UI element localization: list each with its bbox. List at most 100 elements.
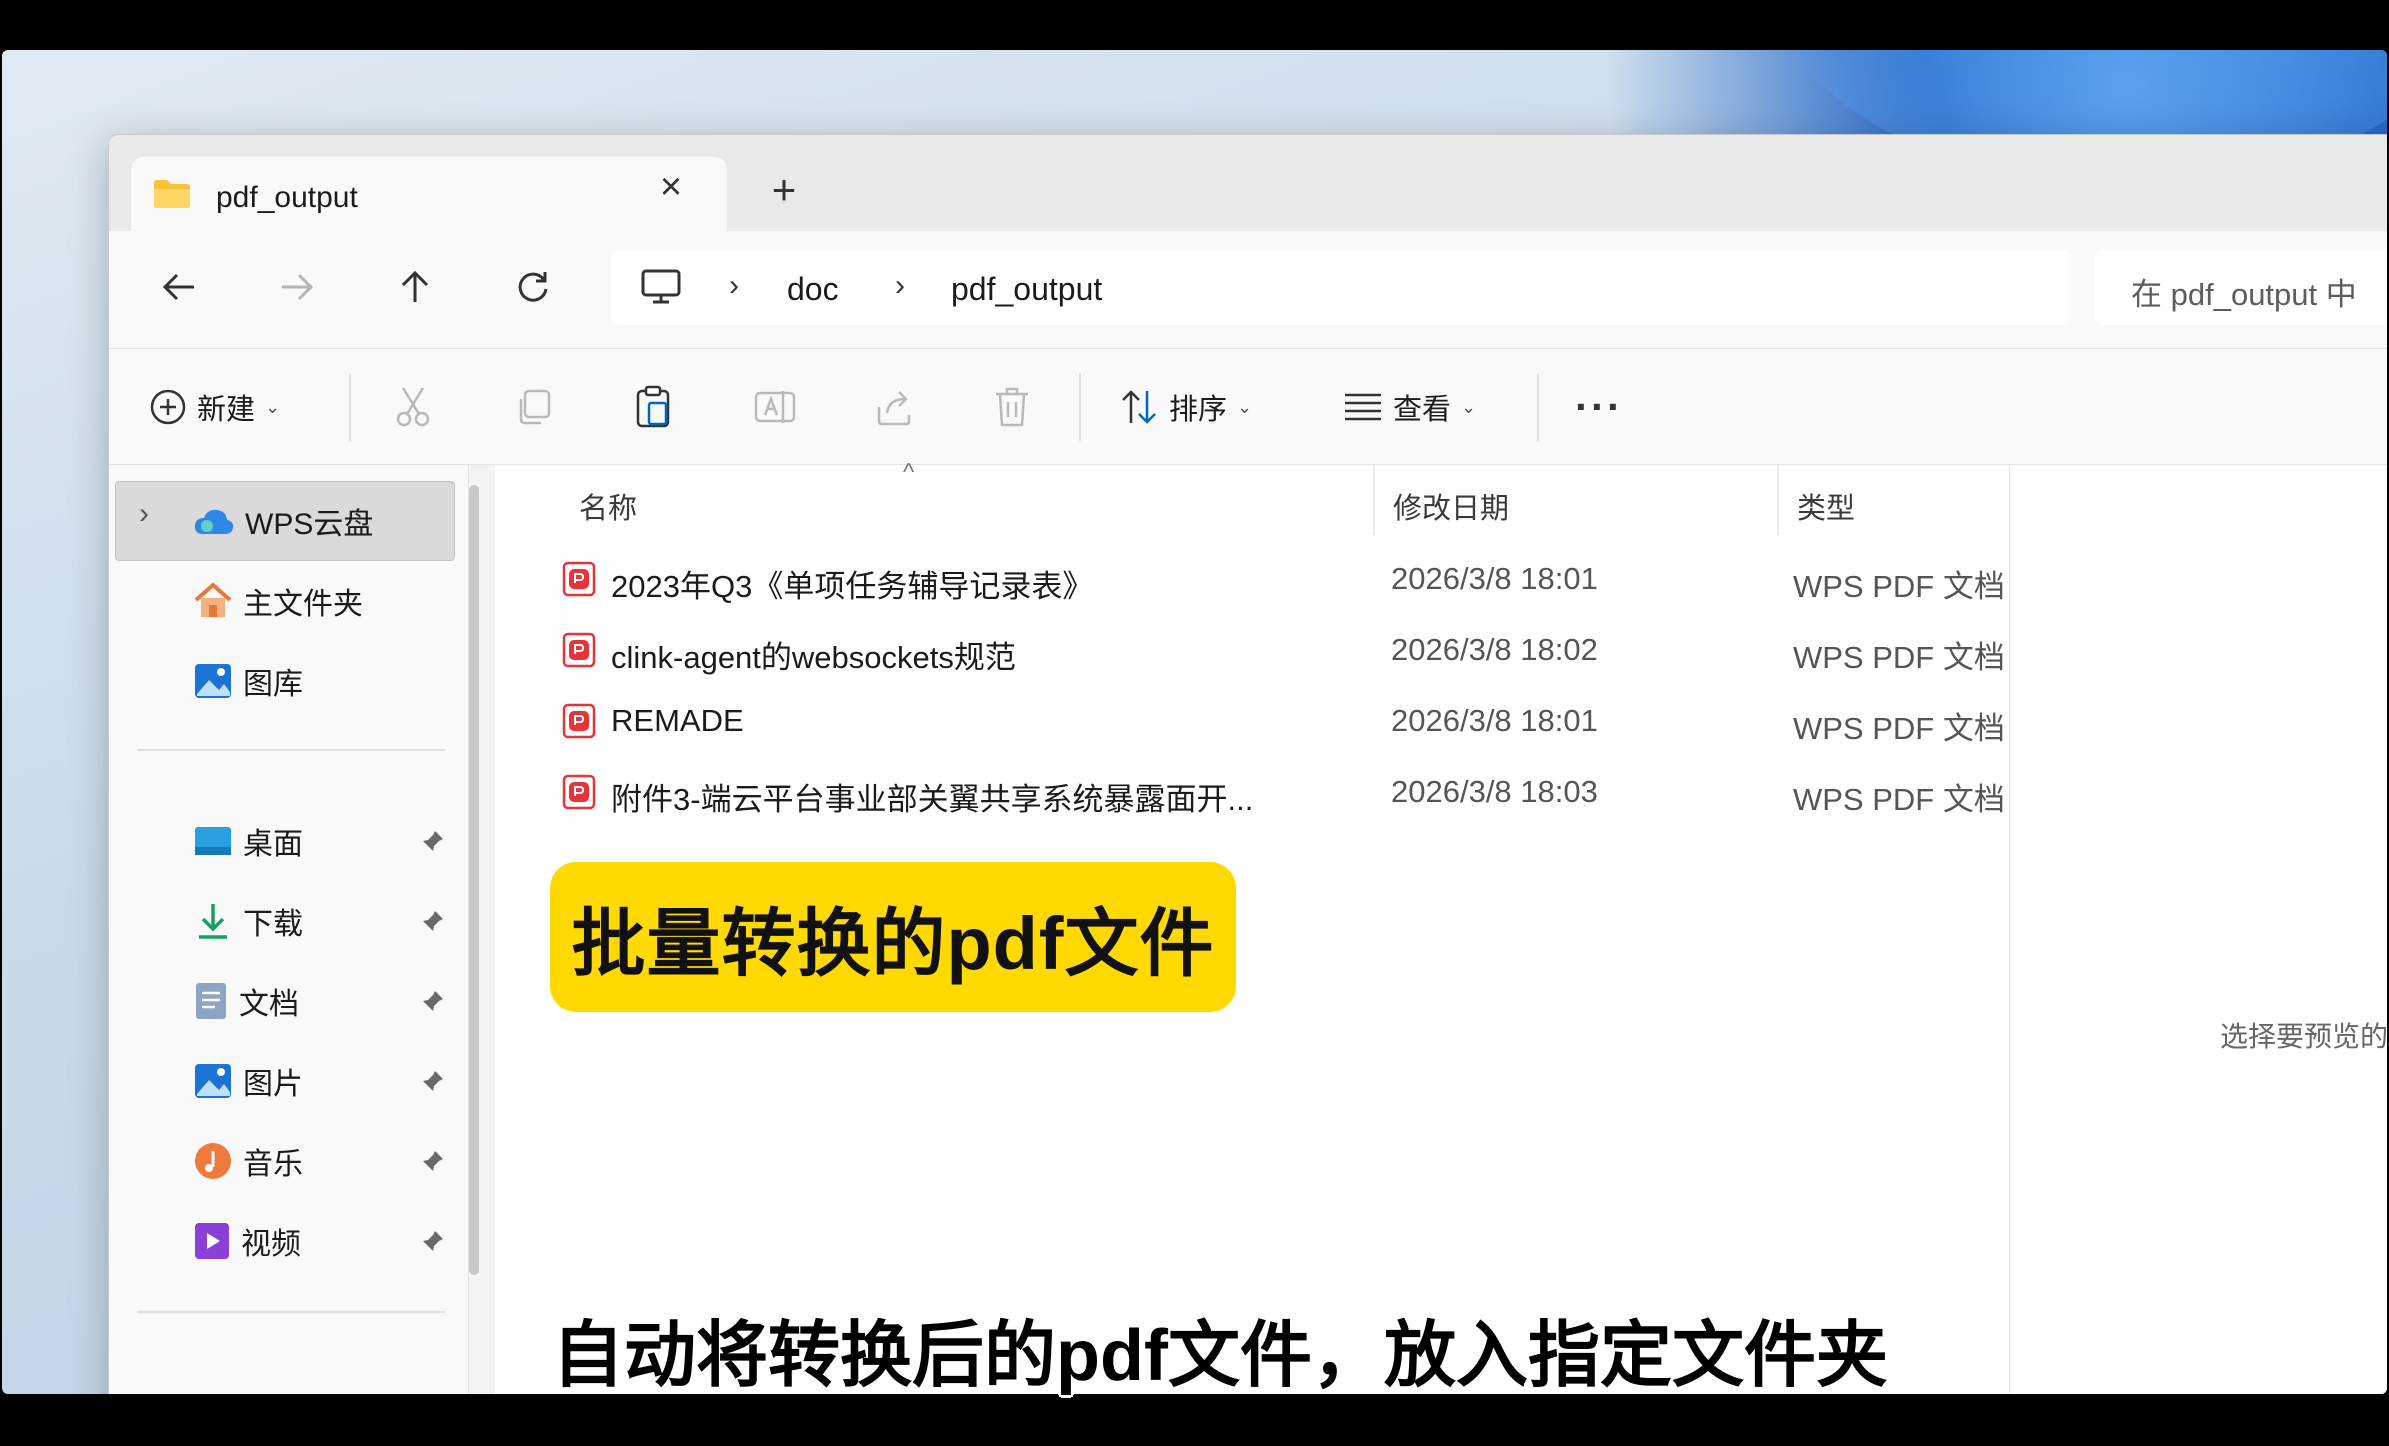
tab-pdf-output[interactable]: pdf_output × <box>131 157 727 233</box>
pdf-file-icon <box>562 561 596 597</box>
sidebar-item-gallery[interactable]: 图库 <box>193 655 303 707</box>
share-button[interactable] <box>873 379 915 435</box>
chevron-down-icon: ⌄ <box>1461 396 1477 417</box>
sort-button[interactable]: 排序 ⌄ <box>1119 379 1252 435</box>
close-tab-icon[interactable]: × <box>651 167 691 207</box>
file-name: 2023年Q3《单项任务辅导记录表》 <box>611 569 1094 604</box>
sidebar-item-pictures[interactable]: 图片 <box>193 1055 303 1107</box>
toolbar-divider <box>1537 373 1539 441</box>
sidebar-item-downloads[interactable]: 下载 <box>193 895 303 947</box>
chevron-down-icon: ⌄ <box>265 396 281 417</box>
forward-button[interactable] <box>269 259 325 315</box>
cloud-icon <box>194 509 234 534</box>
file-name: 附件3-端云平台事业部关翼共享系统暴露面开... <box>611 782 1254 817</box>
view-label: 查看 <box>1393 394 1452 426</box>
pin-icon[interactable] <box>421 1149 445 1173</box>
sidebar-item-label: 视频 <box>241 1228 301 1261</box>
rename-button[interactable] <box>753 379 797 435</box>
sidebar-item-label: 主文件夹 <box>243 588 363 621</box>
file-type: WPS PDF 文档 <box>1793 711 2005 746</box>
delete-button[interactable] <box>993 379 1031 435</box>
file-type: WPS PDF 文档 <box>1793 640 2005 675</box>
sidebar-scrollbar[interactable] <box>469 485 479 1275</box>
file-name: REMADE <box>611 703 744 738</box>
new-tab-button[interactable]: + <box>759 165 809 215</box>
chevron-right-icon: › <box>729 269 739 302</box>
download-icon <box>199 904 227 939</box>
column-header-type[interactable]: 类型 <box>1797 485 1855 527</box>
music-icon <box>195 1143 231 1179</box>
breadcrumb-pdf-output[interactable]: pdf_output <box>951 271 1102 308</box>
pin-icon[interactable] <box>421 909 445 933</box>
breadcrumb-doc[interactable]: doc <box>787 271 839 308</box>
pin-icon[interactable] <box>421 1069 445 1093</box>
desktop-icon <box>195 827 231 855</box>
chevron-right-icon: › <box>895 269 905 302</box>
new-button[interactable]: 新建 ⌄ <box>149 379 280 435</box>
file-row[interactable]: 2023年Q3《单项任务辅导记录表》 2026/3/8 18:01 WPS PD… <box>495 545 2005 611</box>
scissors-icon <box>396 387 430 427</box>
column-header-name[interactable]: 名称 <box>579 485 637 527</box>
cut-button[interactable] <box>393 379 433 435</box>
file-date: 2026/3/8 18:03 <box>1391 774 1598 809</box>
computer-icon <box>641 269 681 304</box>
sidebar-item-wps-cloud[interactable]: WPS云盘 <box>193 495 373 547</box>
file-row[interactable]: 附件3-端云平台事业部关翼共享系统暴露面开... 2026/3/8 18:03 … <box>495 758 2005 824</box>
clipboard-icon <box>636 385 670 428</box>
plus-circle-icon <box>150 389 186 425</box>
subtitle-caption: 自动将转换后的pdf文件，放入指定文件夹 <box>552 1316 1888 1396</box>
command-bar: 新建 ⌄ 排序 ⌄ 查看 ⌄ ··· <box>109 349 2387 465</box>
file-name: clink-agent的websockets规范 <box>611 640 1016 675</box>
file-date: 2026/3/8 18:01 <box>1391 703 1598 738</box>
sort-icon <box>1122 390 1156 424</box>
sidebar-item-music[interactable]: 音乐 <box>193 1135 303 1187</box>
column-header-date[interactable]: 修改日期 <box>1393 485 1509 527</box>
up-button[interactable] <box>387 259 443 315</box>
sidebar-item-label: WPS云盘 <box>245 508 374 541</box>
paste-button[interactable] <box>633 379 673 435</box>
pin-icon[interactable] <box>421 1229 445 1253</box>
tab-title: pdf_output <box>216 181 358 214</box>
navigation-bar: › doc › pdf_output 在 pdf_output 中 <box>109 231 2387 349</box>
column-divider[interactable] <box>1373 465 1375 535</box>
column-divider[interactable] <box>1777 465 1779 535</box>
sidebar-item-label: 文档 <box>239 988 299 1021</box>
refresh-button[interactable] <box>505 259 561 315</box>
sort-ascending-icon: ^ <box>903 459 915 486</box>
sidebar-item-home[interactable]: 主文件夹 <box>193 575 363 627</box>
preview-message: 选择要预览的 <box>2220 1021 2387 1052</box>
highlight-badge-text: 批量转换的pdf文件 <box>571 901 1215 985</box>
sidebar-item-label: 图库 <box>243 668 303 701</box>
sidebar-item-videos[interactable]: 视频 <box>193 1215 301 1267</box>
file-type: WPS PDF 文档 <box>1793 569 2005 604</box>
home-icon <box>194 582 232 617</box>
chevron-right-icon[interactable]: › <box>139 497 149 531</box>
file-date: 2026/3/8 18:01 <box>1391 561 1598 596</box>
copy-button[interactable] <box>513 379 553 435</box>
view-list-icon <box>1345 393 1381 421</box>
folder-icon <box>154 180 190 208</box>
sidebar-item-documents[interactable]: 文档 <box>193 975 299 1027</box>
search-box[interactable]: 在 pdf_output 中 <box>2095 249 2387 325</box>
file-date: 2026/3/8 18:02 <box>1391 632 1598 667</box>
sidebar-item-label: 图片 <box>243 1068 303 1101</box>
toolbar-divider <box>1079 373 1081 441</box>
videos-icon <box>195 1223 229 1259</box>
pin-icon[interactable] <box>421 829 445 853</box>
search-placeholder: 在 pdf_output 中 <box>2131 277 2357 312</box>
sidebar-item-desktop[interactable]: 桌面 <box>193 815 303 867</box>
refresh-icon <box>518 272 548 302</box>
navigation-pane: › WPS云盘 主文件夹 图库 桌面 下载 文档 图片 音乐 视频 <box>109 465 469 1394</box>
view-button[interactable]: 查看 ⌄ <box>1343 379 1476 435</box>
file-row[interactable]: REMADE 2026/3/8 18:01 WPS PDF 文档 <box>495 687 2005 753</box>
back-button[interactable] <box>151 259 207 315</box>
file-row[interactable]: clink-agent的websockets规范 2026/3/8 18:02 … <box>495 616 2005 682</box>
sort-label: 排序 <box>1169 394 1228 426</box>
address-bar[interactable]: › doc › pdf_output <box>611 249 2071 325</box>
sidebar-item-label: 桌面 <box>243 828 303 861</box>
tab-strip: pdf_output × + <box>109 135 2387 233</box>
pin-icon[interactable] <box>421 989 445 1013</box>
more-options-button[interactable]: ··· <box>1575 379 1623 435</box>
pdf-file-icon <box>562 774 596 810</box>
gallery-icon <box>195 664 231 698</box>
